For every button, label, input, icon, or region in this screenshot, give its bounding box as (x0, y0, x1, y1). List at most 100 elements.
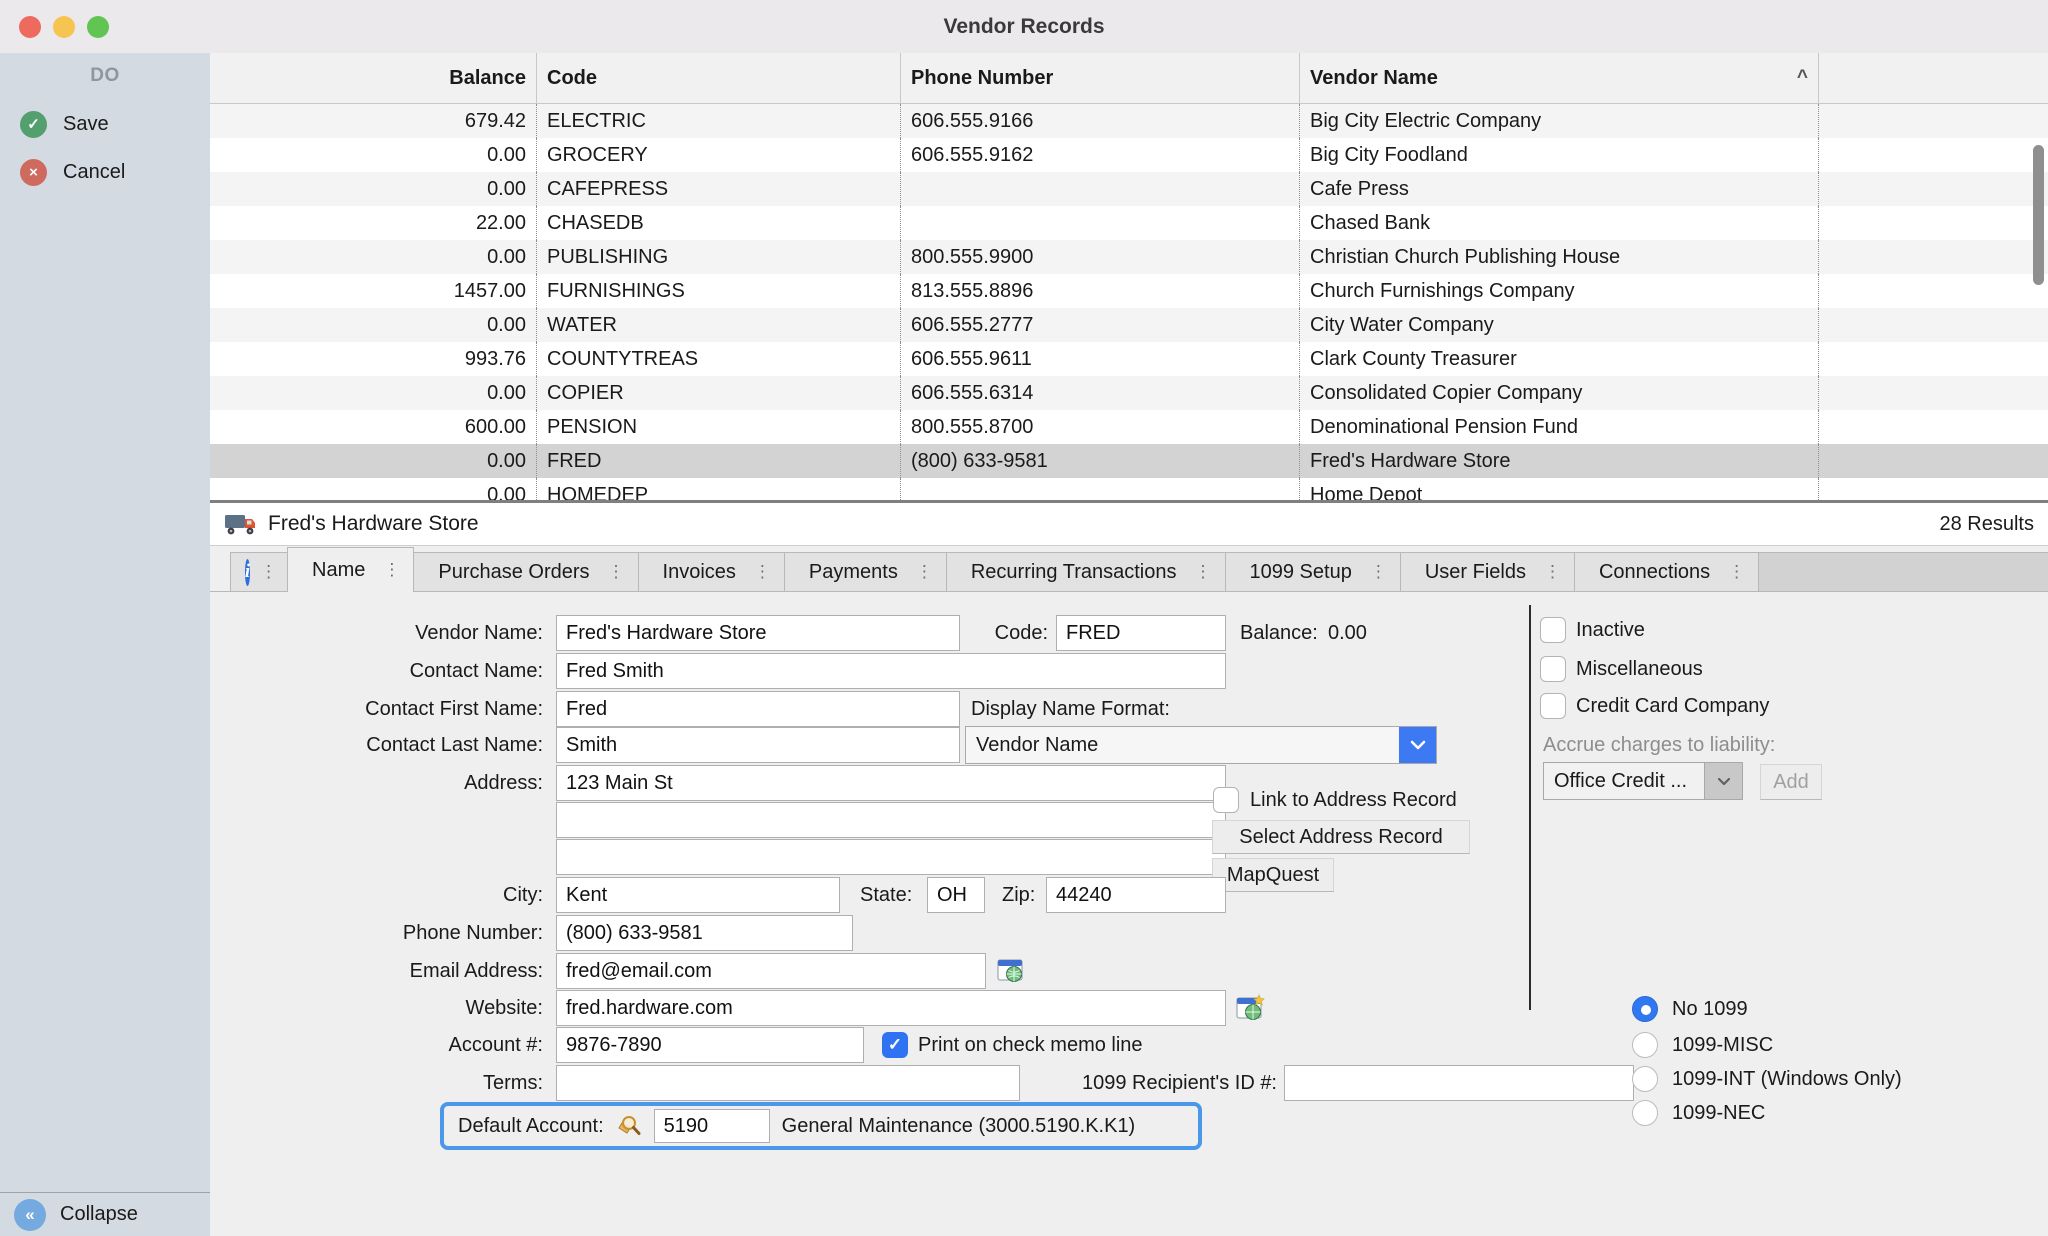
display-name-format-select[interactable]: Vendor Name (965, 726, 1437, 764)
default-account-input[interactable] (654, 1109, 770, 1143)
tab-purchase-orders[interactable]: Purchase Orders ⋮ (413, 552, 638, 591)
tab-user-fields[interactable]: User Fields ⋮ (1400, 552, 1575, 591)
address-line2-input[interactable] (556, 802, 1226, 838)
1099-int-radio[interactable] (1632, 1066, 1658, 1092)
add-liability-button[interactable]: Add (1760, 764, 1822, 800)
inactive-checkbox[interactable] (1540, 617, 1566, 643)
tab-invoices[interactable]: Invoices ⋮ (638, 552, 785, 591)
address-label: Address: (210, 765, 543, 801)
code-input[interactable] (1056, 615, 1226, 651)
vendor-name-input[interactable] (556, 615, 960, 651)
table-row[interactable]: 0.00 GROCERY 606.555.9162 Big City Foodl… (210, 138, 2048, 172)
tab-drag-handle[interactable]: ⋮ (383, 560, 400, 580)
column-header-code[interactable]: Code (537, 53, 901, 103)
terms-input[interactable] (556, 1065, 1020, 1101)
cancel-button[interactable]: × Cancel (20, 156, 125, 188)
cell-balance: 600.00 (210, 410, 537, 444)
column-header-vendor-name[interactable]: Vendor Name ^ (1300, 53, 1819, 103)
tab-drag-handle[interactable]: ⋮ (754, 562, 771, 582)
select-address-record-button[interactable]: Select Address Record (1212, 820, 1470, 854)
table-row[interactable]: 0.00 CAFEPRESS Cafe Press (210, 172, 2048, 206)
tab-info[interactable]: i ⋮ (230, 552, 288, 591)
recipient-id-input[interactable] (1284, 1065, 1634, 1101)
tab-drag-handle[interactable]: ⋮ (1370, 562, 1387, 582)
lookup-magnifier-icon[interactable] (616, 1114, 642, 1138)
cell-empty (1819, 104, 2048, 138)
account-number-input[interactable] (556, 1027, 864, 1063)
liability-account-value: Office Credit ... (1544, 763, 1704, 799)
name-tab-content: Vendor Name: Code: Balance: 0.00 Contact… (210, 592, 2048, 1236)
state-input[interactable] (927, 877, 985, 913)
city-input[interactable] (556, 877, 840, 913)
collapse-button[interactable]: « Collapse (0, 1192, 210, 1236)
cell-phone: 800.555.9900 (901, 240, 1300, 274)
link-to-address-checkbox[interactable] (1213, 787, 1239, 813)
inactive-label: Inactive (1576, 617, 1645, 643)
tab-drag-handle[interactable]: ⋮ (260, 562, 277, 582)
zip-input[interactable] (1046, 877, 1226, 913)
miscellaneous-label: Miscellaneous (1576, 656, 1703, 682)
print-on-check-memo-checkbox[interactable]: ✓ (882, 1032, 908, 1058)
contact-last-name-input[interactable] (556, 727, 960, 763)
column-header-phone[interactable]: Phone Number (901, 53, 1300, 103)
table-row[interactable]: 993.76 COUNTYTREAS 606.555.9611 Clark Co… (210, 342, 2048, 376)
address-line1-input[interactable] (556, 765, 1226, 801)
credit-card-company-checkbox[interactable] (1540, 693, 1566, 719)
table-row[interactable]: 1457.00 FURNISHINGS 813.555.8896 Church … (210, 274, 2048, 308)
tab-recurring-transactions[interactable]: Recurring Transactions ⋮ (946, 552, 1226, 591)
tab-1099-setup[interactable]: 1099 Setup ⋮ (1225, 552, 1401, 591)
table-row[interactable]: 600.00 PENSION 800.555.8700 Denomination… (210, 410, 2048, 444)
table-row[interactable]: 679.42 ELECTRIC 606.555.9166 Big City El… (210, 104, 2048, 138)
tab-drag-handle[interactable]: ⋮ (608, 562, 625, 582)
table-row-selected[interactable]: 0.00 FRED (800) 633-9581 Fred's Hardware… (210, 444, 2048, 478)
tab-label: 1099 Setup (1250, 561, 1352, 584)
cell-vendor-name: Christian Church Publishing House (1300, 240, 1819, 274)
miscellaneous-checkbox[interactable] (1540, 656, 1566, 682)
1099-misc-label: 1099-MISC (1672, 1032, 1773, 1058)
1099-nec-radio[interactable] (1632, 1100, 1658, 1126)
cell-balance: 0.00 (210, 308, 537, 342)
1099-misc-radio[interactable] (1632, 1032, 1658, 1058)
website-browser-icon[interactable] (1236, 993, 1266, 1023)
table-row[interactable]: 22.00 CHASEDB Chased Bank (210, 206, 2048, 240)
display-name-format-label: Display Name Format: (971, 691, 1170, 727)
tab-connections[interactable]: Connections ⋮ (1574, 552, 1759, 591)
cell-code: FRED (537, 444, 901, 478)
save-button[interactable]: ✓ Save (20, 108, 109, 140)
no-1099-radio[interactable] (1632, 996, 1658, 1022)
column-header-balance[interactable]: Balance (210, 53, 537, 103)
liability-account-select[interactable]: Office Credit ... (1543, 762, 1743, 800)
default-account-row: Default Account: General Maintenance (30… (440, 1102, 1202, 1150)
website-input[interactable] (556, 990, 1226, 1026)
table-scrollbar-thumb[interactable] (2033, 145, 2044, 285)
tab-payments[interactable]: Payments ⋮ (784, 552, 947, 591)
cell-code: GROCERY (537, 138, 901, 172)
table-row[interactable]: 0.00 COPIER 606.555.6314 Consolidated Co… (210, 376, 2048, 410)
email-input[interactable] (556, 953, 986, 989)
terms-label: Terms: (210, 1065, 543, 1101)
email-browser-icon[interactable] (996, 956, 1026, 986)
mapquest-button[interactable]: MapQuest (1212, 858, 1334, 892)
cell-phone: 606.555.9166 (901, 104, 1300, 138)
cell-vendor-name: Fred's Hardware Store (1300, 444, 1819, 478)
cell-code: CAFEPRESS (537, 172, 901, 206)
table-row[interactable]: 0.00 PUBLISHING 800.555.9900 Christian C… (210, 240, 2048, 274)
table-row[interactable]: 0.00 HOMEDEP Home Depot (210, 478, 2048, 500)
tab-name[interactable]: Name ⋮ (287, 547, 414, 592)
cell-empty (1819, 206, 2048, 240)
tab-strip-filler (1758, 552, 2048, 591)
tab-drag-handle[interactable]: ⋮ (1728, 562, 1745, 582)
contact-name-input[interactable] (556, 653, 1226, 689)
contact-first-name-input[interactable] (556, 691, 960, 727)
chevron-down-icon[interactable] (1704, 763, 1742, 799)
cell-empty (1819, 478, 2048, 500)
address-line3-input[interactable] (556, 839, 1226, 875)
table-row[interactable]: 0.00 WATER 606.555.2777 City Water Compa… (210, 308, 2048, 342)
cell-code: ELECTRIC (537, 104, 901, 138)
chevron-down-icon[interactable] (1399, 727, 1436, 763)
tab-drag-handle[interactable]: ⋮ (1544, 562, 1561, 582)
cell-phone: 606.555.2777 (901, 308, 1300, 342)
tab-drag-handle[interactable]: ⋮ (916, 562, 933, 582)
tab-drag-handle[interactable]: ⋮ (1195, 562, 1212, 582)
phone-number-input[interactable] (556, 915, 853, 951)
